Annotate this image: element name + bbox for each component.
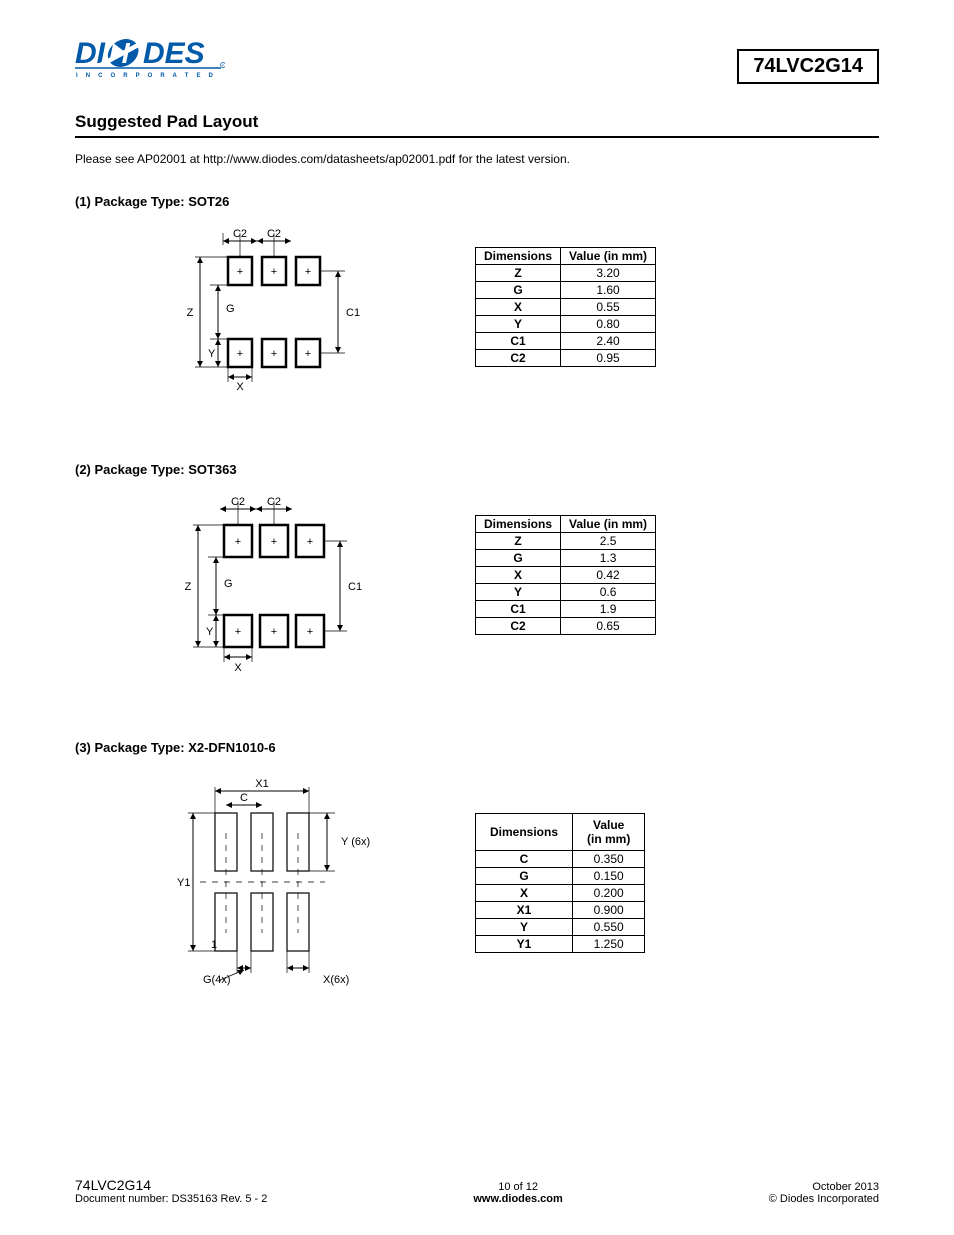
svg-text:+: + (237, 348, 243, 360)
footer-doc: Document number: DS35163 Rev. 5 - 2 (75, 1193, 267, 1205)
svg-text:C1: C1 (346, 307, 360, 319)
svg-text:Y (6x): Y (6x) (341, 836, 370, 848)
svg-text:X: X (236, 381, 244, 393)
svg-text:G(4x): G(4x) (203, 974, 231, 986)
svg-text:+: + (237, 266, 243, 278)
svg-text:+: + (271, 266, 277, 278)
svg-text:Y: Y (206, 626, 214, 638)
svg-text:Y1: Y1 (177, 877, 190, 889)
diagram-sot363: +++ +++ C2 C2 Z G (160, 495, 390, 685)
diagram-sot26: + + + + + + C2 C2 (160, 227, 390, 407)
svg-text:X1: X1 (255, 778, 268, 790)
footer: 74LVC2G14 Document number: DS35163 Rev. … (75, 1177, 879, 1205)
intro-text: Please see AP02001 at http://www.diodes.… (75, 152, 879, 166)
svg-text:+: + (307, 536, 313, 548)
svg-text:+: + (307, 626, 313, 638)
diagram-x2dfn: X1 C Y (6x) Y1 1 (145, 773, 405, 1003)
pkg3-heading: (3) Package Type: X2-DFN1010-6 (75, 740, 879, 755)
svg-text:1: 1 (211, 939, 217, 951)
logo: DI DES R I N C O R P O R A T E D (75, 35, 225, 79)
footer-part: 74LVC2G14 (75, 1177, 267, 1193)
svg-text:+: + (235, 626, 241, 638)
part-number-box: 74LVC2G14 (737, 49, 879, 84)
pkg2-heading: (2) Package Type: SOT363 (75, 462, 879, 477)
svg-text:+: + (271, 348, 277, 360)
svg-text:Y: Y (208, 348, 216, 360)
svg-text:C: C (240, 792, 248, 804)
svg-text:X(6x): X(6x) (323, 974, 349, 986)
footer-date: October 2013 (769, 1181, 879, 1193)
footer-url: www.diodes.com (473, 1193, 562, 1205)
svg-text:C1: C1 (348, 581, 362, 593)
svg-text:G: G (226, 303, 235, 315)
table-x2dfn: DimensionsValue(in mm) C0.350 G0.150 X0.… (475, 813, 645, 953)
footer-copy: © Diodes Incorporated (769, 1193, 879, 1205)
table-sot363: DimensionsValue (in mm) Z2.5 G1.3 X0.42 … (475, 515, 656, 635)
svg-text:G: G (224, 578, 233, 590)
svg-text:Z: Z (185, 581, 192, 593)
pkg1-heading: (1) Package Type: SOT26 (75, 194, 879, 209)
svg-text:DES: DES (143, 37, 205, 70)
svg-text:I N C O R P O R A T E D: I N C O R P O R A T E D (76, 73, 216, 79)
footer-page: 10 of 12 (473, 1181, 562, 1193)
svg-text:+: + (305, 266, 311, 278)
svg-text:+: + (305, 348, 311, 360)
svg-text:+: + (235, 536, 241, 548)
table-sot26: DimensionsValue (in mm) Z3.20 G1.60 X0.5… (475, 247, 656, 367)
svg-text:Z: Z (187, 307, 194, 319)
svg-text:+: + (271, 626, 277, 638)
svg-text:X: X (234, 662, 242, 674)
section-title: Suggested Pad Layout (75, 112, 879, 138)
svg-text:+: + (271, 536, 277, 548)
